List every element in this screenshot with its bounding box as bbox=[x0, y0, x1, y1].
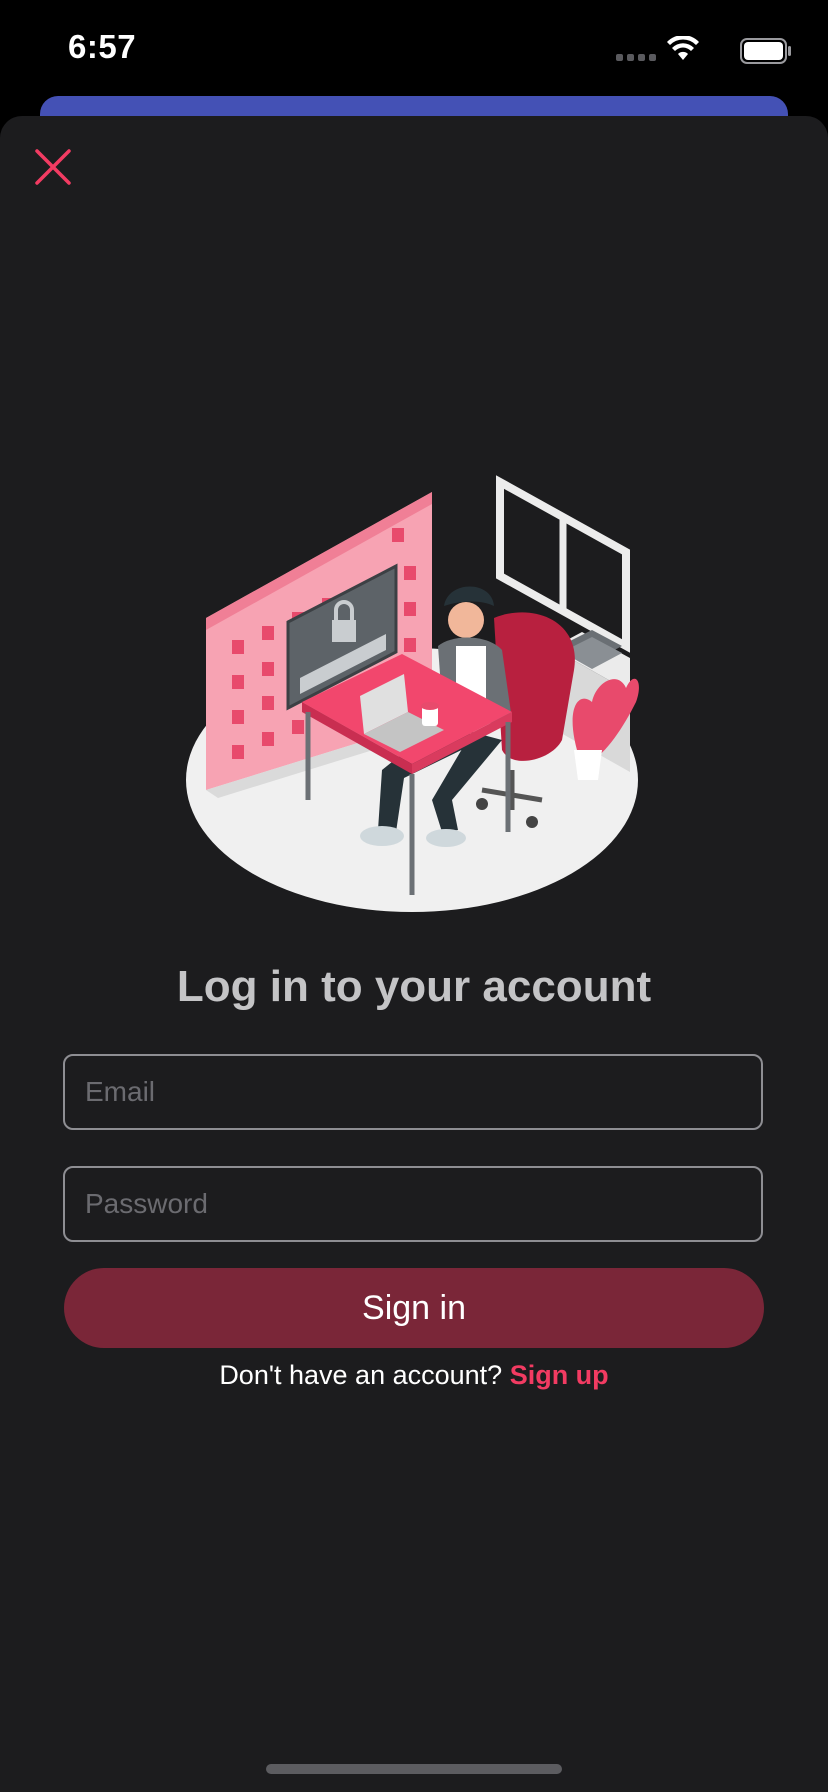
email-field-container[interactable] bbox=[63, 1054, 763, 1130]
email-input[interactable] bbox=[65, 1056, 761, 1128]
login-illustration bbox=[186, 475, 639, 912]
sign-in-button[interactable]: Sign in bbox=[64, 1268, 764, 1348]
status-bar: 6:57 bbox=[0, 0, 828, 100]
status-icons bbox=[492, 36, 792, 66]
close-button[interactable] bbox=[30, 144, 76, 190]
close-icon bbox=[35, 149, 71, 185]
password-field-container[interactable] bbox=[63, 1166, 763, 1242]
password-input[interactable] bbox=[65, 1168, 761, 1240]
sign-up-link[interactable]: Sign up bbox=[510, 1360, 609, 1390]
battery-icon bbox=[740, 38, 791, 64]
no-account-text: Don't have an account? bbox=[219, 1360, 503, 1390]
login-sheet bbox=[0, 116, 828, 1792]
wifi-icon bbox=[667, 36, 699, 60]
status-time: 6:57 bbox=[68, 28, 137, 65]
signup-prompt: Don't have an account? Sign up bbox=[0, 1360, 828, 1391]
home-indicator[interactable] bbox=[266, 1764, 562, 1774]
login-title: Log in to your account bbox=[176, 962, 652, 1011]
signal-dots-icon bbox=[616, 54, 656, 61]
